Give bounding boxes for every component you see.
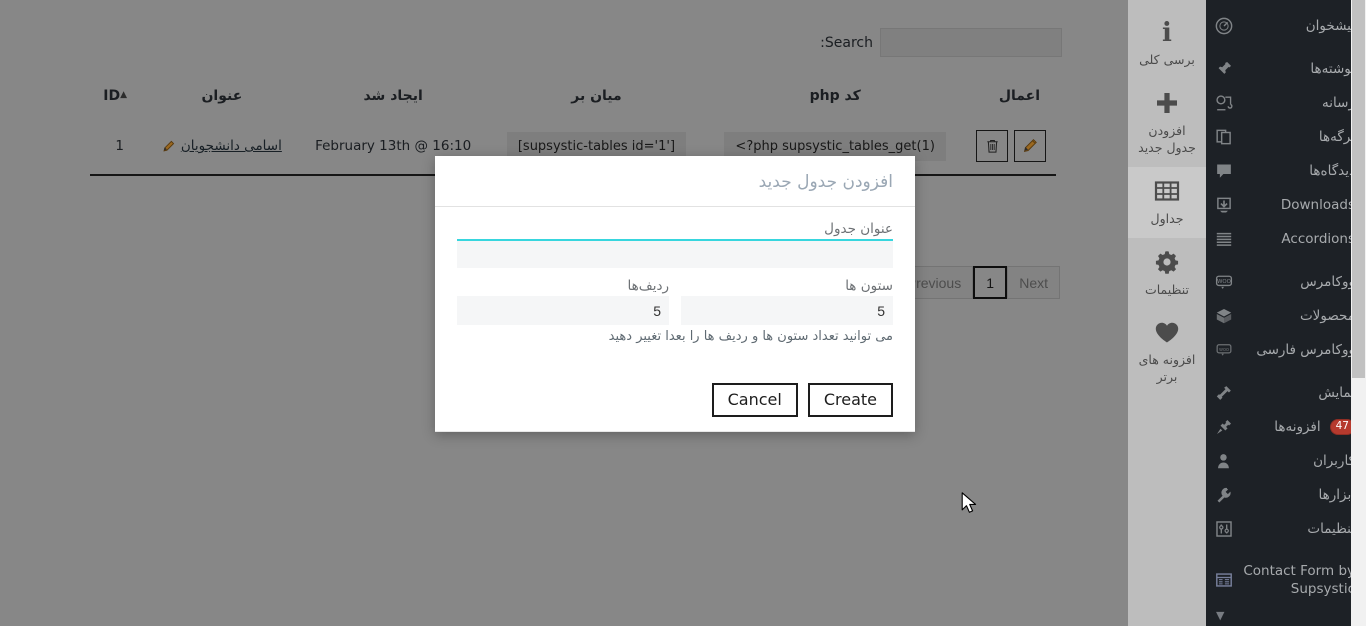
plugin-nav-item-tables[interactable]: جداول — [1128, 166, 1206, 238]
sidebar-label-plugins: افزونه‌ها — [1274, 418, 1321, 435]
plugin-nav-item-overview[interactable]: i برسی کلی — [1128, 8, 1206, 79]
plugin-nav-label-add-table: افزودن جدول جدید — [1138, 122, 1196, 155]
sidebar-label-accordions: Accordions — [1281, 230, 1355, 247]
sidebar-item-accordions[interactable]: Accordions — [1206, 222, 1366, 256]
rows-cols-fields: ستون ها ردیف‌ها — [457, 278, 893, 325]
modal-footer: Cancel Create — [435, 367, 915, 432]
sidebar-item-tools[interactable]: ابزارها — [1206, 478, 1366, 512]
plugin-nav-label-overview: برسی کلی — [1139, 52, 1195, 67]
comments-icon — [1214, 161, 1234, 181]
pin-icon — [1214, 59, 1234, 79]
sidebar-label-tools: ابزارها — [1318, 486, 1355, 503]
screen-root: Search: اعمال کد php میان بر ایجاد شد عن… — [0, 0, 1366, 626]
label-cols: ستون ها — [845, 278, 893, 294]
sidebar-label-settings: تنظیمات — [1307, 520, 1355, 537]
plugin-nav-label-settings: تنظیمات — [1144, 281, 1190, 297]
woocommerce-icon: WOO — [1214, 272, 1234, 292]
wp-menu-sep-4 — [1206, 546, 1366, 555]
sidebar-item-plugins[interactable]: 47 افزونه‌ها — [1206, 410, 1366, 444]
sidebar-item-contact-form-supsystic[interactable]: Contact Form by Supsystic — [1206, 555, 1366, 605]
cancel-button[interactable]: Cancel — [711, 383, 798, 417]
wp-menu-sep-2 — [1206, 256, 1366, 265]
field-rows: ردیف‌ها — [457, 278, 669, 325]
products-icon — [1214, 306, 1234, 326]
sidebar-item-pages[interactable]: برگه‌ها — [1206, 120, 1366, 154]
sidebar-item-posts[interactable]: نوشته‌ها — [1206, 52, 1366, 86]
plugin-nav-label-tables: جداول — [1150, 210, 1184, 226]
plugin-nav-item-add-table[interactable]: افزودن جدول جدید — [1128, 79, 1206, 167]
svg-text:WOO: WOO — [1217, 279, 1231, 285]
sidebar-label-contact-form-supsystic: Contact Form by Supsystic — [1243, 563, 1355, 598]
media-icon — [1214, 93, 1234, 113]
sidebar-item-woocommerce[interactable]: ووکامرس WOO — [1206, 265, 1366, 299]
scrollbar-thumb[interactable] — [1352, 0, 1365, 378]
plugin-nav-item-settings[interactable]: تنظیمات — [1128, 238, 1206, 309]
wp-menu-sep-3 — [1206, 367, 1366, 376]
wp-admin-menu: پیشخوان نوشته‌ها رسانه برگه‌ها دید — [1206, 0, 1366, 626]
wp-menu-sep-1 — [1206, 43, 1366, 52]
table-title-input[interactable] — [457, 239, 893, 268]
plugins-icon — [1214, 417, 1234, 437]
sidebar-item-products[interactable]: محصولات — [1206, 299, 1366, 333]
plugin-nav-label-top-plugins: افزونه های برتر — [1138, 352, 1196, 385]
downloads-icon — [1214, 195, 1234, 215]
sidebar-label-products: محصولات — [1299, 307, 1355, 324]
label-table-title: عنوان جدول — [824, 221, 893, 237]
table-grid-icon — [1153, 177, 1181, 205]
page-scrollbar[interactable] — [1351, 0, 1366, 626]
contact-form-icon — [1214, 570, 1234, 590]
svg-text:i: i — [1162, 18, 1172, 46]
appearance-icon — [1214, 383, 1234, 403]
sidebar-label-woocommerce: ووکامرس — [1300, 273, 1355, 290]
sidebar-label-woocommerce-fa: ووکامرس فارسی — [1256, 341, 1355, 358]
plugin-nav: i برسی کلی افزودن جدول جدید جداول تنظیما… — [1128, 0, 1206, 626]
sidebar-label-comments: دیدگاه‌ها — [1309, 162, 1355, 179]
field-cols: ستون ها — [681, 278, 893, 325]
woocommerce-fa-icon: woo — [1214, 340, 1234, 360]
create-button[interactable]: Create — [807, 383, 893, 417]
sidebar-label-users: کاربران — [1313, 452, 1355, 469]
sidebar-item-downloads[interactable]: Downloads — [1206, 188, 1366, 222]
tools-icon — [1214, 485, 1234, 505]
modal-header: افزودن جدول جدید — [435, 156, 915, 207]
users-icon — [1214, 451, 1234, 471]
settings-icon — [1214, 519, 1234, 539]
dashboard-icon — [1214, 16, 1234, 36]
gear-icon — [1153, 248, 1181, 276]
plus-icon — [1153, 89, 1181, 117]
add-table-modal: افزودن جدول جدید عنوان جدول ستون ها ردیف… — [435, 156, 915, 432]
sidebar-label-dashboard: پیشخوان — [1305, 17, 1355, 34]
heart-icon — [1153, 318, 1181, 346]
sidebar-item-settings[interactable]: تنظیمات — [1206, 512, 1366, 546]
modal-hint: می توانید تعداد ستون ها و ردیف ها را بعد… — [608, 329, 893, 344]
sidebar-label-media: رسانه — [1322, 94, 1355, 111]
sidebar-item-woocommerce-fa[interactable]: ووکامرس فارسی woo — [1206, 333, 1366, 367]
modal-body: عنوان جدول ستون ها ردیف‌ها می توانید تعد… — [435, 207, 915, 344]
cols-input[interactable] — [681, 296, 893, 325]
sidebar-item-comments[interactable]: دیدگاه‌ها — [1206, 154, 1366, 188]
rows-input[interactable] — [457, 296, 669, 325]
sidebar-item-media[interactable]: رسانه — [1206, 86, 1366, 120]
modal-title: افزودن جدول جدید — [758, 172, 893, 192]
accordions-icon — [1214, 229, 1234, 249]
sidebar-item-users[interactable]: کاربران — [1206, 444, 1366, 478]
sidebar-label-posts: نوشته‌ها — [1310, 60, 1355, 77]
sidebar-label-downloads: Downloads — [1280, 196, 1355, 213]
sidebar-item-dashboard[interactable]: پیشخوان — [1206, 9, 1366, 43]
field-table-title: عنوان جدول — [457, 221, 893, 268]
collapse-menu-arrow-icon[interactable]: ▼ — [1216, 609, 1224, 622]
sidebar-label-appearance: نمایش — [1318, 384, 1355, 401]
plugin-nav-item-top-plugins[interactable]: افزونه های برتر — [1128, 308, 1206, 396]
pages-icon — [1214, 127, 1234, 147]
wp-menu-spacer-top — [1206, 0, 1366, 9]
sidebar-item-appearance[interactable]: نمایش — [1206, 376, 1366, 410]
label-rows: ردیف‌ها — [627, 278, 670, 294]
info-icon: i — [1153, 18, 1181, 46]
svg-text:woo: woo — [1219, 347, 1229, 353]
sidebar-label-pages: برگه‌ها — [1318, 128, 1355, 145]
